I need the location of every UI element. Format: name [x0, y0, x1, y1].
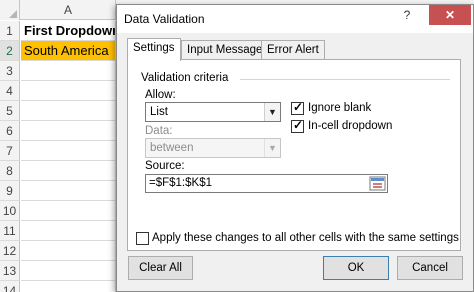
cancel-button[interactable]: Cancel	[397, 256, 463, 280]
row-header-5[interactable]: 5	[0, 101, 20, 121]
dialog-title: Data Validation	[124, 12, 205, 26]
help-button[interactable]: ?	[393, 5, 421, 25]
dialog-titlebar[interactable]: Data Validation ? ✕	[117, 5, 473, 33]
cell-a5[interactable]	[21, 101, 116, 121]
row-header-13[interactable]: 13	[0, 261, 20, 281]
row-header-9[interactable]: 9	[0, 181, 20, 201]
row-header-10[interactable]: 10	[0, 201, 20, 221]
cell-a10[interactable]	[21, 201, 116, 221]
tab-input-message[interactable]: Input Message	[181, 40, 269, 60]
cell-a4[interactable]	[21, 81, 116, 101]
apply-to-all-label: Apply these changes to all other cells w…	[152, 232, 459, 244]
column-header-a[interactable]: A	[21, 0, 116, 20]
row-header-7[interactable]: 7	[0, 141, 20, 161]
in-cell-dropdown-label: In-cell dropdown	[308, 120, 393, 132]
source-input[interactable]: =$F$1:$K$1	[145, 174, 388, 193]
data-validation-dialog: Data Validation ? ✕ Settings Input Messa…	[116, 4, 474, 292]
group-divider	[240, 79, 450, 80]
row-header-14[interactable]: 14	[0, 281, 20, 292]
cell-a6[interactable]	[21, 121, 116, 141]
source-label: Source:	[145, 160, 185, 172]
ignore-blank-checkbox[interactable]: ✓	[291, 100, 304, 115]
checkmark-icon: ✓	[293, 118, 304, 132]
source-input-value: =$F$1:$K$1	[149, 177, 212, 189]
in-cell-dropdown-checkbox[interactable]: ✓	[291, 118, 304, 133]
validation-criteria-label: Validation criteria	[141, 72, 229, 84]
row-header-2[interactable]: 2	[0, 41, 20, 61]
ignore-blank-label: Ignore blank	[308, 102, 372, 114]
tab-settings[interactable]: Settings	[127, 38, 181, 61]
apply-to-all-checkbox[interactable]	[136, 232, 149, 245]
close-button[interactable]: ✕	[429, 5, 471, 25]
select-all-triangle-icon	[9, 10, 17, 18]
allow-label: Allow:	[145, 89, 176, 101]
cell-a3[interactable]	[21, 61, 116, 81]
checkmark-icon: ✓	[293, 100, 304, 114]
cell-a1[interactable]: First Dropdown	[21, 21, 116, 41]
row-header-12[interactable]: 12	[0, 241, 20, 261]
dropdown-arrow-icon: ▼	[264, 139, 280, 157]
tab-error-alert[interactable]: Error Alert	[261, 40, 325, 60]
ok-button[interactable]: OK	[323, 256, 389, 280]
cell-a13[interactable]	[21, 261, 116, 281]
row-header-1[interactable]: 1	[0, 21, 20, 41]
cell-a7[interactable]	[21, 141, 116, 161]
row-header-11[interactable]: 11	[0, 221, 20, 241]
cell-a12[interactable]	[21, 241, 116, 261]
allow-select-value: List	[150, 106, 168, 118]
data-select-value: between	[150, 142, 194, 154]
row-header-4[interactable]: 4	[0, 81, 20, 101]
cell-a2[interactable]: South America	[21, 41, 116, 61]
row-header-6[interactable]: 6	[0, 121, 20, 141]
row-header-3[interactable]: 3	[0, 61, 20, 81]
settings-panel: Validation criteria Allow: List ▼ ✓ Igno…	[127, 59, 461, 251]
data-select: between ▼	[145, 138, 281, 158]
select-all-corner[interactable]	[0, 0, 20, 20]
range-selector-icon[interactable]	[369, 176, 386, 191]
row-header-8[interactable]: 8	[0, 161, 20, 181]
cell-a11[interactable]	[21, 221, 116, 241]
data-label: Data:	[145, 125, 173, 137]
cell-a14[interactable]	[21, 281, 116, 292]
clear-all-button[interactable]: Clear All	[128, 256, 193, 280]
cell-a8[interactable]	[21, 161, 116, 181]
allow-select[interactable]: List ▼	[145, 102, 281, 122]
cell-a9[interactable]	[21, 181, 116, 201]
dropdown-arrow-icon[interactable]: ▼	[264, 103, 280, 121]
